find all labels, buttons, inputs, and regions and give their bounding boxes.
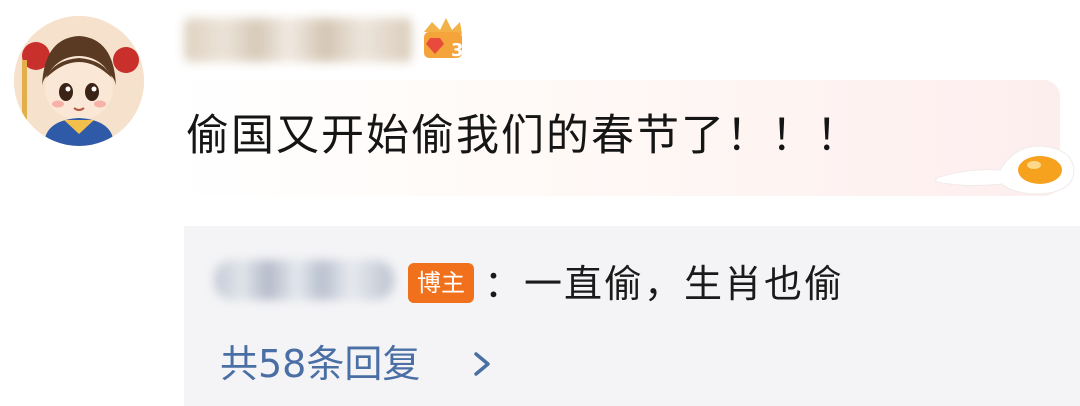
avatar-illustration <box>14 16 144 146</box>
crown-level-icon: 3 <box>418 14 468 66</box>
svg-text:3: 3 <box>451 40 464 61</box>
username-blurred[interactable] <box>184 18 412 62</box>
reply-username-blurred[interactable] <box>214 260 394 300</box>
user-avatar[interactable] <box>14 16 144 146</box>
fried-egg-icon <box>928 132 1078 198</box>
comment-text: 偷国又开始偷我们的春节了！！！ <box>186 111 861 161</box>
view-replies-link[interactable]: 共58条回复 <box>220 338 420 390</box>
reply-text: ：一直偷，生肖也偷 <box>484 262 845 306</box>
op-badge: 博主 <box>408 263 474 303</box>
chevron-right-icon[interactable] <box>468 350 496 378</box>
